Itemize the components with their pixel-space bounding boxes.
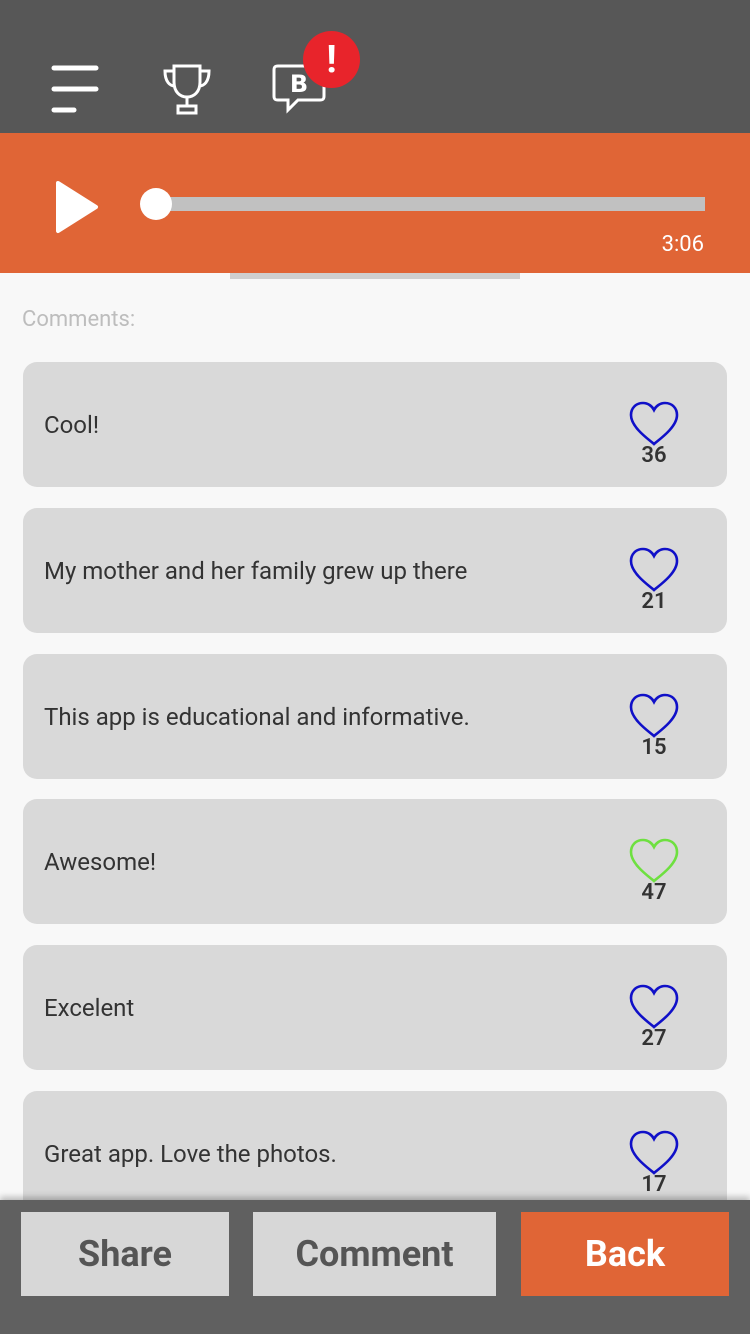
seek-thumb[interactable] bbox=[139, 188, 172, 220]
like-count: 47 bbox=[641, 880, 667, 905]
comment-card: Cool! 36 bbox=[23, 362, 727, 487]
comments-heading: Comments: bbox=[22, 307, 136, 332]
comment-card: Excelent 27 bbox=[23, 945, 727, 1070]
like-count: 17 bbox=[641, 1172, 667, 1197]
heart-icon bbox=[629, 984, 679, 1029]
comment-card: Awesome! 47 bbox=[23, 799, 727, 924]
track-duration: 3:06 bbox=[661, 232, 704, 257]
comment-text: Excelent bbox=[44, 993, 135, 1022]
like-count: 36 bbox=[641, 443, 667, 468]
comment-card: Great app. Love the photos. 17 bbox=[23, 1091, 727, 1200]
audio-player: 3:06 bbox=[0, 133, 750, 273]
heart-icon bbox=[629, 1130, 679, 1175]
like-count: 15 bbox=[641, 735, 667, 760]
menu-icon[interactable] bbox=[50, 63, 100, 115]
comment-text: This app is educational and informative. bbox=[44, 702, 470, 731]
comments-list[interactable]: Cool! 36 My mother and her family grew u… bbox=[0, 362, 750, 1200]
comment-card: My mother and her family grew up there 2… bbox=[23, 508, 727, 633]
heart-icon bbox=[629, 838, 679, 883]
bottom-bar: Share Comment Back bbox=[0, 1200, 750, 1334]
play-icon[interactable] bbox=[52, 179, 102, 235]
comment-text: Great app. Love the photos. bbox=[44, 1139, 337, 1168]
badge-letter: B bbox=[290, 70, 308, 98]
heart-icon bbox=[629, 401, 679, 446]
comment-text: My mother and her family grew up there bbox=[44, 556, 468, 585]
like-count: 21 bbox=[641, 589, 667, 614]
drag-handle[interactable] bbox=[230, 273, 520, 279]
like-button[interactable]: 21 bbox=[627, 546, 681, 614]
like-button[interactable]: 15 bbox=[627, 692, 681, 760]
top-bar: B ! bbox=[0, 0, 750, 133]
comment-text: Awesome! bbox=[44, 847, 157, 876]
like-button[interactable]: 36 bbox=[627, 400, 681, 468]
trophy-icon[interactable] bbox=[162, 62, 212, 116]
heart-icon bbox=[629, 693, 679, 738]
like-button[interactable]: 17 bbox=[627, 1129, 681, 1197]
alert-badge[interactable]: ! bbox=[303, 31, 360, 88]
back-button[interactable]: Back bbox=[521, 1212, 729, 1296]
heart-icon bbox=[629, 547, 679, 592]
like-count: 27 bbox=[641, 1026, 667, 1051]
like-button[interactable]: 27 bbox=[627, 983, 681, 1051]
comment-text: Cool! bbox=[44, 410, 100, 439]
comment-button[interactable]: Comment bbox=[253, 1212, 496, 1296]
share-button[interactable]: Share bbox=[21, 1212, 229, 1296]
like-button[interactable]: 47 bbox=[627, 837, 681, 905]
seek-bar[interactable] bbox=[139, 188, 705, 220]
comment-card: This app is educational and informative.… bbox=[23, 654, 727, 779]
alert-symbol: ! bbox=[326, 37, 337, 82]
